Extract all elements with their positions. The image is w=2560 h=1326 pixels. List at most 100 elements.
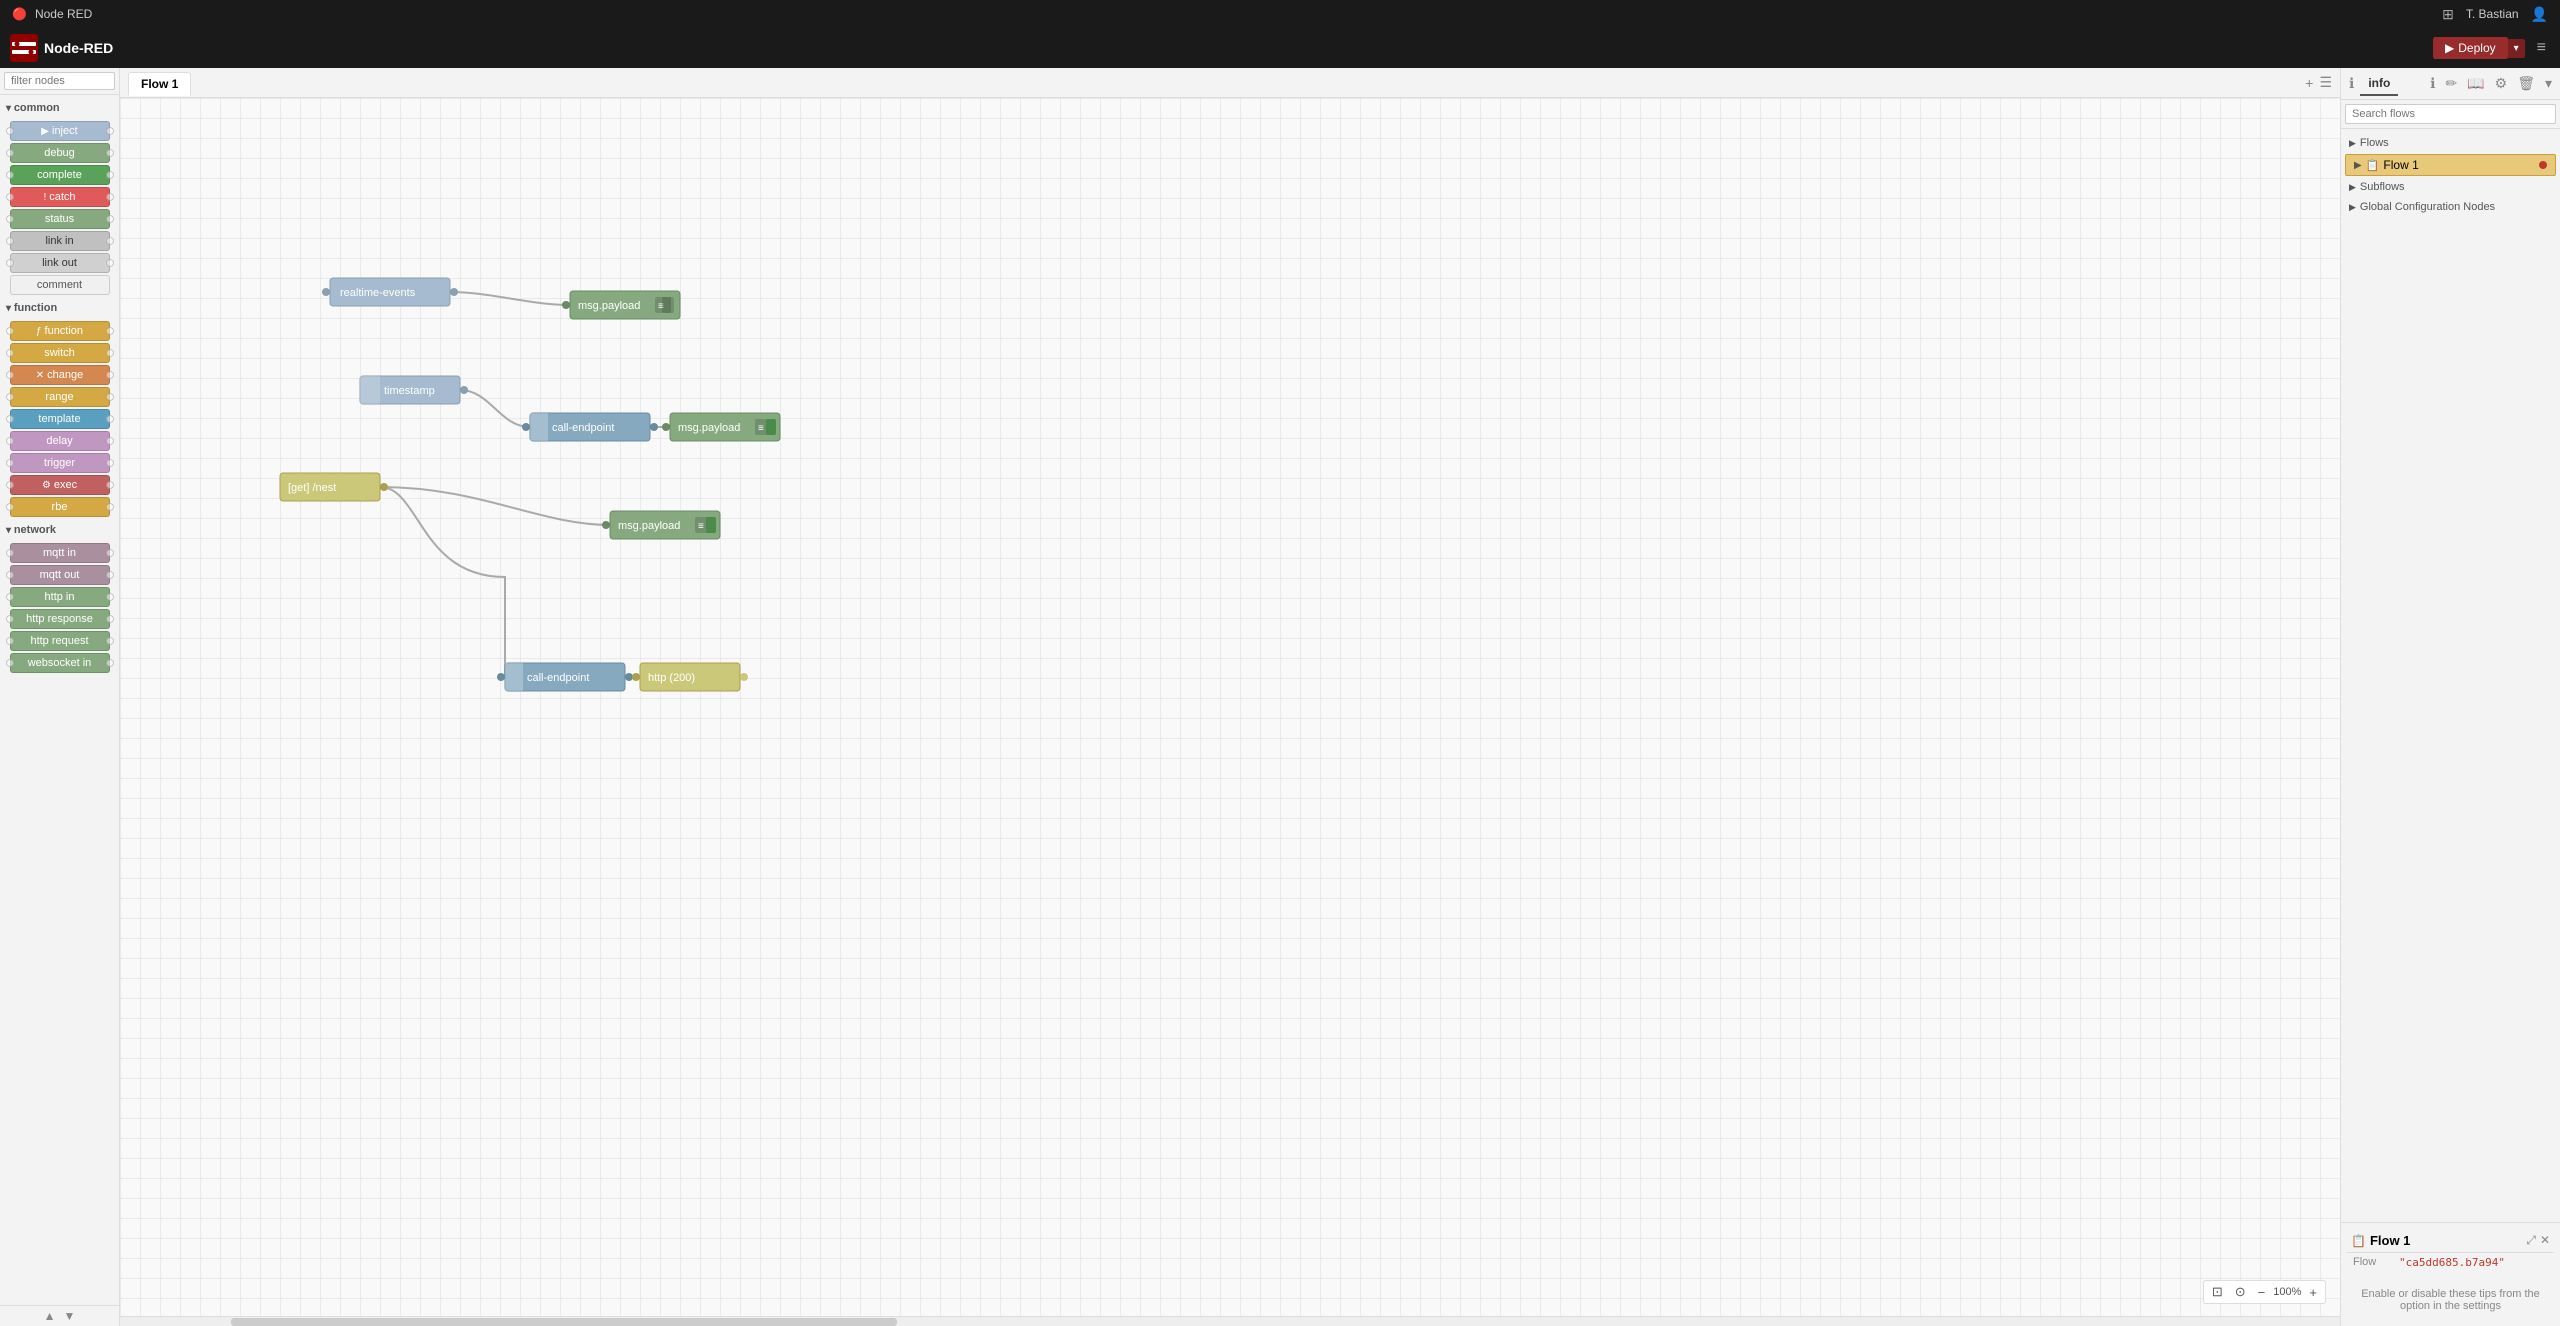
rp-icon-more[interactable]: ▾: [2541, 73, 2556, 94]
deploy-dropdown-button[interactable]: ▾: [2508, 39, 2525, 58]
palette-node-comment[interactable]: comment: [10, 275, 110, 295]
palette-node-complete[interactable]: complete: [10, 165, 110, 185]
nr-topbar-right: ▶ Deploy ▾ ≡: [2433, 35, 2550, 61]
palette-category-network[interactable]: network: [0, 521, 119, 539]
port-left: [6, 171, 14, 179]
rp-close-icon[interactable]: ✕: [2540, 1233, 2550, 1248]
palette-node-websocket-in[interactable]: websocket in: [10, 653, 110, 673]
palette-scroll-down[interactable]: ▼: [64, 1309, 76, 1323]
palette-category-common[interactable]: common: [0, 99, 119, 117]
palette-node-function[interactable]: ƒfunction: [10, 321, 110, 341]
palette-node-link-out[interactable]: link out: [10, 253, 110, 273]
palette-node-debug[interactable]: debug: [10, 143, 110, 163]
flow-tab-1-label: Flow 1: [141, 77, 178, 91]
palette-scroll-up[interactable]: ▲: [44, 1309, 56, 1323]
port-left: [6, 371, 14, 379]
palette-node-exec[interactable]: ⚙exec: [10, 475, 110, 495]
port-left: [6, 615, 14, 623]
port-out: [625, 673, 633, 681]
rp-icon-info[interactable]: ℹ: [2426, 73, 2439, 94]
port-left: [6, 193, 14, 201]
palette-node-link-in[interactable]: link in: [10, 231, 110, 251]
rp-flow-item-1[interactable]: ▶ 📋 Flow 1: [2345, 154, 2556, 176]
zoom-controls: ⊡ ⊙ − 100% +: [2203, 1280, 2326, 1304]
rp-icon-book[interactable]: 📖: [2463, 73, 2488, 94]
rp-icon-trash[interactable]: 🗑: [2513, 73, 2539, 94]
canvas-node-call-endpoint-1[interactable]: call-endpoint: [522, 413, 658, 441]
connection-1: [450, 292, 570, 305]
right-panel: ℹ info ℹ ✏ 📖 ⚙ 🗑 ▾ Flows ▶: [2340, 68, 2560, 1326]
add-flow-icon[interactable]: +: [2305, 75, 2313, 91]
rp-info-icon[interactable]: ℹ: [2345, 73, 2358, 94]
port-right: [106, 593, 114, 601]
palette-node-switch[interactable]: switch: [10, 343, 110, 363]
rp-section-global-config[interactable]: Global Configuration Nodes: [2341, 197, 2560, 217]
port-right: [106, 571, 114, 579]
rp-content: Flows ▶ 📋 Flow 1 Subflows Global Configu…: [2341, 129, 2560, 1222]
flow-menu-icon[interactable]: ☰: [2319, 74, 2332, 91]
palette-category-function[interactable]: function: [0, 299, 119, 317]
rp-expand-icon[interactable]: ⤢: [2526, 1233, 2536, 1248]
rp-section-subflows[interactable]: Subflows: [2341, 177, 2560, 197]
palette-node-status[interactable]: status: [10, 209, 110, 229]
palette-filter-input[interactable]: [4, 72, 115, 90]
port-left: [6, 259, 14, 267]
port-right: [106, 615, 114, 623]
rp-bottom-header: 📋 Flow 1 ⤢ ✕: [2347, 1229, 2554, 1253]
canvas-node-realtime-events[interactable]: realtime-events: [322, 278, 458, 306]
nr-logo: Node-RED: [10, 34, 113, 62]
zoom-reset-button[interactable]: ⊙: [2231, 1283, 2250, 1301]
rp-search-input[interactable]: [2345, 104, 2556, 124]
palette-node-catch[interactable]: !catch: [10, 187, 110, 207]
rp-section-flows[interactable]: Flows: [2341, 133, 2560, 153]
port-right: [106, 481, 114, 489]
palette-network-nodes: mqtt in mqtt out http in: [0, 539, 119, 677]
port-right: [106, 659, 114, 667]
palette-scroll-controls: ▲ ▼: [0, 1305, 119, 1326]
rp-tab-info[interactable]: info: [2360, 72, 2398, 96]
palette-node-mqtt-in[interactable]: mqtt in: [10, 543, 110, 563]
nr-window: Node-RED ▶ Deploy ▾ ≡ common: [0, 28, 2560, 1326]
port-in: [562, 301, 570, 309]
rp-icon-edit[interactable]: ✏: [2441, 73, 2461, 94]
user-avatar-icon[interactable]: 👤: [2531, 6, 2548, 23]
rp-icon-gear[interactable]: ⚙: [2491, 73, 2512, 94]
rp-flow-label: Flow 1: [2383, 158, 2418, 172]
port-right: [106, 215, 114, 223]
grid-icon[interactable]: ⊞: [2442, 6, 2454, 23]
deploy-button[interactable]: ▶ Deploy: [2433, 37, 2508, 59]
palette-node-template[interactable]: template: [10, 409, 110, 429]
palette-node-http-response[interactable]: http response: [10, 609, 110, 629]
canvas-node-call-endpoint-2[interactable]: call-endpoint: [497, 663, 633, 691]
connection-5: [380, 487, 505, 677]
canvas-hscroll[interactable]: [120, 1316, 2340, 1326]
canvas-node-msg-payload-3[interactable]: msg.payload ≡: [602, 511, 720, 539]
canvas-node-http-200[interactable]: http (200): [632, 663, 748, 691]
palette-node-range[interactable]: range: [10, 387, 110, 407]
palette-node-change[interactable]: ✕change: [10, 365, 110, 385]
canvas-node-msg-payload-2[interactable]: msg.payload ≡: [662, 413, 780, 441]
palette-node-delay[interactable]: delay: [10, 431, 110, 451]
port-left: [6, 571, 14, 579]
port-right: [106, 349, 114, 357]
port-right: [106, 171, 114, 179]
flow-tab-1[interactable]: Flow 1: [128, 72, 191, 96]
canvas-node-timestamp[interactable]: timestamp: [360, 376, 468, 404]
port-right: [106, 549, 114, 557]
canvas-node-get-nest[interactable]: [get] /nest: [280, 473, 388, 501]
rp-bottom-flow-row: Flow "ca5dd685.b7a94": [2347, 1253, 2554, 1272]
zoom-fit-button[interactable]: ⊡: [2208, 1283, 2227, 1301]
palette-node-http-in[interactable]: http in: [10, 587, 110, 607]
palette-node-trigger[interactable]: trigger: [10, 453, 110, 473]
palette-node-rbe[interactable]: rbe: [10, 497, 110, 517]
palette-node-mqtt-out[interactable]: mqtt out: [10, 565, 110, 585]
zoom-out-button[interactable]: −: [2254, 1284, 2270, 1301]
palette-node-inject[interactable]: ▶inject: [10, 121, 110, 141]
zoom-in-button[interactable]: +: [2305, 1284, 2321, 1301]
svg-text:msg.payload: msg.payload: [618, 520, 680, 532]
sidebar-palette: common ▶inject debug complete: [0, 68, 120, 1326]
palette-node-http-request[interactable]: http request: [10, 631, 110, 651]
canvas-wrapper[interactable]: realtime-events msg.payload ≡: [120, 98, 2340, 1316]
menu-icon[interactable]: ≡: [2533, 35, 2550, 61]
canvas-node-msg-payload-1[interactable]: msg.payload ≡: [562, 291, 680, 319]
